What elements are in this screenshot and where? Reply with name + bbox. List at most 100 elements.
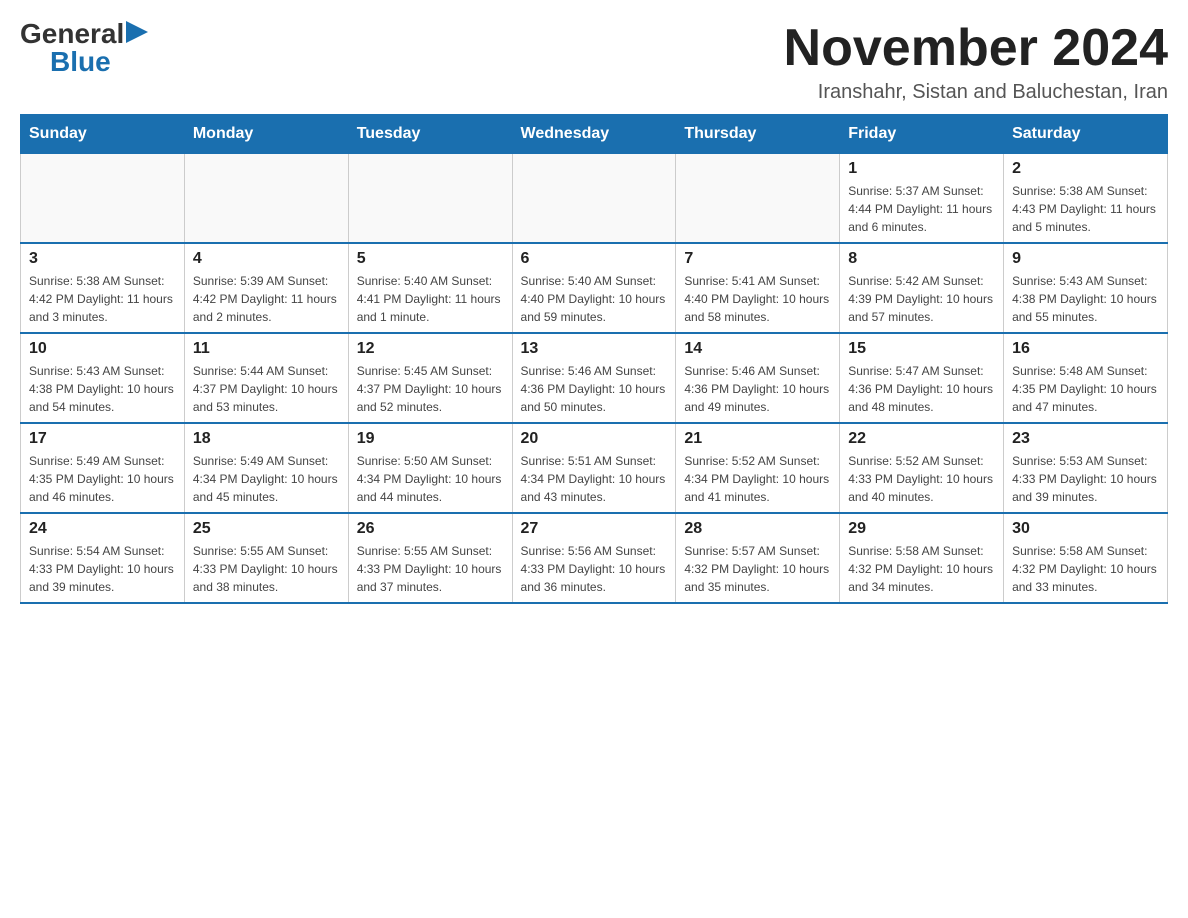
calendar-body: 1 Sunrise: 5:37 AM Sunset: 4:44 PM Daylig… [21, 154, 1168, 604]
day-number: 28 [684, 520, 831, 538]
cell-w3-d2: 11 Sunrise: 5:44 AM Sunset: 4:37 PM Dayli… [184, 333, 348, 423]
cell-w1-d7: 2Sunrise: 5:38 AM Sunset: 4:43 PM Daylig… [1004, 154, 1168, 244]
cell-w4-d7: 23Sunrise: 5:53 AM Sunset: 4:33 PM Dayli… [1004, 423, 1168, 513]
day-number: 21 [684, 430, 831, 448]
day-info: Sunrise: 5:40 AM Sunset: 4:40 PM Dayligh… [521, 272, 668, 326]
day-number: 3 [29, 250, 176, 268]
day-number: 29 [848, 520, 995, 538]
day-number: 1 [848, 160, 995, 178]
calendar-header: Sunday Monday Tuesday Wednesday Thursday… [21, 115, 1168, 154]
cell-w4-d3: 19 Sunrise: 5:50 AM Sunset: 4:34 PM Dayli… [348, 423, 512, 513]
cell-w2-d5: 7 Sunrise: 5:41 AM Sunset: 4:40 PM Daylig… [676, 243, 840, 333]
cell-w1-d1 [21, 154, 185, 244]
day-number: 14 [684, 340, 831, 358]
cell-w3-d1: 10 Sunrise: 5:43 AM Sunset: 4:38 PM Dayli… [21, 333, 185, 423]
cell-w5-d6: 29 Sunrise: 5:58 AM Sunset: 4:32 PM Dayli… [840, 513, 1004, 603]
day-info: Sunrise: 5:50 AM Sunset: 4:34 PM Dayligh… [357, 452, 504, 506]
cell-w1-d3 [348, 154, 512, 244]
day-info: Sunrise: 5:54 AM Sunset: 4:33 PM Dayligh… [29, 542, 176, 596]
day-info: Sunrise: 5:58 AM Sunset: 4:32 PM Dayligh… [848, 542, 995, 596]
day-info: Sunrise: 5:38 AM Sunset: 4:42 PM Dayligh… [29, 272, 176, 326]
day-info: Sunrise: 5:52 AM Sunset: 4:33 PM Dayligh… [848, 452, 995, 506]
header-row: Sunday Monday Tuesday Wednesday Thursday… [21, 115, 1168, 154]
day-number: 11 [193, 340, 340, 358]
day-info: Sunrise: 5:48 AM Sunset: 4:35 PM Dayligh… [1012, 362, 1159, 416]
day-info: Sunrise: 5:41 AM Sunset: 4:40 PM Dayligh… [684, 272, 831, 326]
day-info: Sunrise: 5:45 AM Sunset: 4:37 PM Dayligh… [357, 362, 504, 416]
day-number: 19 [357, 430, 504, 448]
day-info: Sunrise: 5:38 AM Sunset: 4:43 PM Dayligh… [1012, 182, 1159, 236]
col-thursday: Thursday [676, 115, 840, 154]
col-friday: Friday [840, 115, 1004, 154]
title-block: November 2024 Iranshahr, Sistan and Balu… [784, 20, 1168, 104]
cell-w5-d5: 28 Sunrise: 5:57 AM Sunset: 4:32 PM Dayli… [676, 513, 840, 603]
cell-w3-d6: 15 Sunrise: 5:47 AM Sunset: 4:36 PM Dayli… [840, 333, 1004, 423]
cell-w2-d1: 3 Sunrise: 5:38 AM Sunset: 4:42 PM Daylig… [21, 243, 185, 333]
day-info: Sunrise: 5:52 AM Sunset: 4:34 PM Dayligh… [684, 452, 831, 506]
location-subtitle: Iranshahr, Sistan and Baluchestan, Iran [784, 81, 1168, 104]
day-info: Sunrise: 5:44 AM Sunset: 4:37 PM Dayligh… [193, 362, 340, 416]
day-info: Sunrise: 5:55 AM Sunset: 4:33 PM Dayligh… [193, 542, 340, 596]
logo-blue-text: Blue [50, 48, 111, 76]
cell-w1-d2 [184, 154, 348, 244]
day-number: 16 [1012, 340, 1159, 358]
day-number: 4 [193, 250, 340, 268]
cell-w5-d1: 24 Sunrise: 5:54 AM Sunset: 4:33 PM Dayli… [21, 513, 185, 603]
day-info: Sunrise: 5:57 AM Sunset: 4:32 PM Dayligh… [684, 542, 831, 596]
day-number: 13 [521, 340, 668, 358]
cell-w1-d4 [512, 154, 676, 244]
day-info: Sunrise: 5:43 AM Sunset: 4:38 PM Dayligh… [29, 362, 176, 416]
day-info: Sunrise: 5:55 AM Sunset: 4:33 PM Dayligh… [357, 542, 504, 596]
day-number: 26 [357, 520, 504, 538]
cell-w4-d1: 17 Sunrise: 5:49 AM Sunset: 4:35 PM Dayli… [21, 423, 185, 513]
day-number: 18 [193, 430, 340, 448]
day-info: Sunrise: 5:49 AM Sunset: 4:34 PM Dayligh… [193, 452, 340, 506]
cell-w4-d6: 22 Sunrise: 5:52 AM Sunset: 4:33 PM Dayli… [840, 423, 1004, 513]
col-tuesday: Tuesday [348, 115, 512, 154]
page-header: General Blue November 2024 Iranshahr, Si… [20, 20, 1168, 104]
month-title: November 2024 [784, 20, 1168, 77]
day-number: 20 [521, 430, 668, 448]
cell-w4-d2: 18 Sunrise: 5:49 AM Sunset: 4:34 PM Dayli… [184, 423, 348, 513]
day-number: 15 [848, 340, 995, 358]
col-monday: Monday [184, 115, 348, 154]
cell-w2-d3: 5Sunrise: 5:40 AM Sunset: 4:41 PM Daylig… [348, 243, 512, 333]
day-number: 5 [357, 250, 504, 268]
day-info: Sunrise: 5:46 AM Sunset: 4:36 PM Dayligh… [684, 362, 831, 416]
day-number: 17 [29, 430, 176, 448]
logo: General Blue [20, 20, 148, 76]
week-row-2: 3 Sunrise: 5:38 AM Sunset: 4:42 PM Daylig… [21, 243, 1168, 333]
day-info: Sunrise: 5:37 AM Sunset: 4:44 PM Dayligh… [848, 182, 995, 236]
day-number: 8 [848, 250, 995, 268]
day-number: 9 [1012, 250, 1159, 268]
day-number: 24 [29, 520, 176, 538]
cell-w5-d4: 27Sunrise: 5:56 AM Sunset: 4:33 PM Dayli… [512, 513, 676, 603]
day-number: 7 [684, 250, 831, 268]
col-saturday: Saturday [1004, 115, 1168, 154]
day-number: 27 [521, 520, 668, 538]
day-number: 12 [357, 340, 504, 358]
cell-w2-d4: 6Sunrise: 5:40 AM Sunset: 4:40 PM Daylig… [512, 243, 676, 333]
logo-general-text: General [20, 20, 124, 48]
week-row-3: 10 Sunrise: 5:43 AM Sunset: 4:38 PM Dayli… [21, 333, 1168, 423]
col-wednesday: Wednesday [512, 115, 676, 154]
day-number: 22 [848, 430, 995, 448]
cell-w1-d5 [676, 154, 840, 244]
cell-w2-d6: 8 Sunrise: 5:42 AM Sunset: 4:39 PM Daylig… [840, 243, 1004, 333]
calendar-table: Sunday Monday Tuesday Wednesday Thursday… [20, 114, 1168, 604]
cell-w1-d6: 1 Sunrise: 5:37 AM Sunset: 4:44 PM Daylig… [840, 154, 1004, 244]
day-number: 10 [29, 340, 176, 358]
day-info: Sunrise: 5:51 AM Sunset: 4:34 PM Dayligh… [521, 452, 668, 506]
day-info: Sunrise: 5:58 AM Sunset: 4:32 PM Dayligh… [1012, 542, 1159, 596]
day-number: 23 [1012, 430, 1159, 448]
cell-w2-d7: 9 Sunrise: 5:43 AM Sunset: 4:38 PM Daylig… [1004, 243, 1168, 333]
day-info: Sunrise: 5:43 AM Sunset: 4:38 PM Dayligh… [1012, 272, 1159, 326]
day-info: Sunrise: 5:49 AM Sunset: 4:35 PM Dayligh… [29, 452, 176, 506]
cell-w3-d4: 13 Sunrise: 5:46 AM Sunset: 4:36 PM Dayli… [512, 333, 676, 423]
day-info: Sunrise: 5:39 AM Sunset: 4:42 PM Dayligh… [193, 272, 340, 326]
day-info: Sunrise: 5:46 AM Sunset: 4:36 PM Dayligh… [521, 362, 668, 416]
cell-w4-d4: 20 Sunrise: 5:51 AM Sunset: 4:34 PM Dayli… [512, 423, 676, 513]
day-info: Sunrise: 5:42 AM Sunset: 4:39 PM Dayligh… [848, 272, 995, 326]
day-number: 30 [1012, 520, 1159, 538]
day-info: Sunrise: 5:47 AM Sunset: 4:36 PM Dayligh… [848, 362, 995, 416]
